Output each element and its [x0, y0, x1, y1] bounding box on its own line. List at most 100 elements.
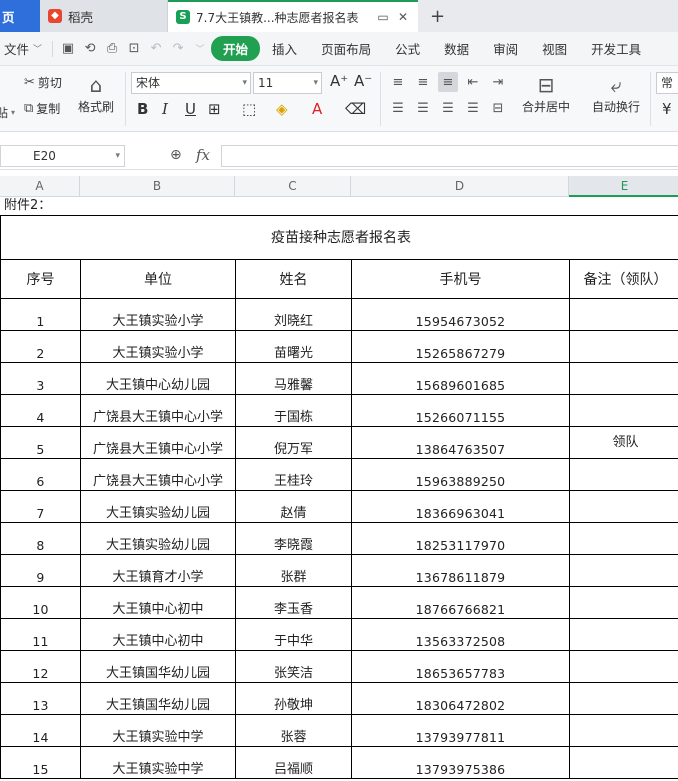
table-cell-unit[interactable]: 大王镇实验中学: [80, 715, 235, 746]
table-header-cell[interactable]: 单位: [80, 260, 235, 298]
table-cell-note[interactable]: [569, 747, 678, 778]
tab-active-document[interactable]: S 7.7大王镇教...种志愿者报名表 ▭ ✕: [168, 0, 418, 32]
table-cell-name[interactable]: 李玉香: [235, 587, 351, 618]
table-header-cell[interactable]: 序号: [0, 260, 80, 298]
clear-format-icon[interactable]: ⌫: [345, 100, 366, 118]
table-cell-phone[interactable]: 13678611879: [351, 555, 569, 586]
table-cell-name[interactable]: 刘晓红: [235, 299, 351, 330]
column-header-a[interactable]: A: [0, 176, 80, 197]
bold-icon[interactable]: B: [137, 100, 148, 118]
table-cell-phone[interactable]: 13793977811: [351, 715, 569, 746]
table-header-cell[interactable]: 备注（领队）: [569, 260, 678, 298]
table-cell-no[interactable]: 4: [0, 395, 80, 426]
table-cell-note[interactable]: [569, 715, 678, 746]
table-cell-no[interactable]: 14: [0, 715, 80, 746]
indent-increase-icon[interactable]: ⇥: [488, 72, 508, 92]
table-cell-no[interactable]: 10: [0, 587, 80, 618]
italic-icon[interactable]: I: [162, 100, 168, 118]
table-cell-unit[interactable]: 大王镇实验幼儿园: [80, 491, 235, 522]
decrease-font-icon[interactable]: A⁻: [354, 72, 372, 90]
table-cell-phone[interactable]: 13864763507: [351, 427, 569, 458]
wrap-text-button[interactable]: ⤶ 自动换行: [592, 72, 640, 115]
sync-icon[interactable]: ⟲: [79, 38, 101, 60]
undo-icon[interactable]: ↶: [145, 38, 167, 60]
table-cell-name[interactable]: 倪万军: [235, 427, 351, 458]
table-cell-name[interactable]: 赵倩: [235, 491, 351, 522]
table-cell-no[interactable]: 13: [0, 683, 80, 714]
table-cell-name[interactable]: 李晓霞: [235, 523, 351, 554]
table-cell-no[interactable]: 9: [0, 555, 80, 586]
format-painter-button[interactable]: ⌂ 格式刷: [78, 72, 114, 115]
table-cell-no[interactable]: 6: [0, 459, 80, 490]
tab-developer[interactable]: 开发工具: [579, 39, 653, 58]
table-cell-note[interactable]: [569, 331, 678, 362]
tab-review[interactable]: 审阅: [481, 39, 530, 58]
table-header-cell[interactable]: 手机号: [351, 260, 569, 298]
table-cell-note[interactable]: [569, 523, 678, 554]
file-menu[interactable]: 文件 ﹀: [0, 39, 48, 58]
table-cell-note[interactable]: [569, 395, 678, 426]
table-cell-name[interactable]: 张笑洁: [235, 651, 351, 682]
table-cell-phone[interactable]: 18306472802: [351, 683, 569, 714]
fill-color-icon[interactable]: ◈: [276, 100, 288, 118]
table-cell-phone[interactable]: 18766766821: [351, 587, 569, 618]
table-cell-unit[interactable]: 大王镇育才小学: [80, 555, 235, 586]
align-right-icon[interactable]: ☰: [438, 98, 458, 118]
distributed-icon[interactable]: ⊟: [488, 98, 508, 118]
underline-icon[interactable]: U: [185, 100, 196, 118]
table-cell-no[interactable]: 1: [0, 299, 80, 330]
table-cell-name[interactable]: 王桂玲: [235, 459, 351, 490]
tab-docer[interactable]: ◆ 稻壳: [40, 0, 168, 32]
sheet-title[interactable]: 疫苗接种志愿者报名表: [0, 216, 678, 259]
table-cell-phone[interactable]: 18366963041: [351, 491, 569, 522]
table-cell-note[interactable]: [569, 587, 678, 618]
table-cell-phone[interactable]: 15266071155: [351, 395, 569, 426]
zoom-icon[interactable]: ⊕: [170, 147, 182, 163]
border-icon[interactable]: ⊞: [208, 100, 221, 118]
table-cell-note[interactable]: [569, 363, 678, 394]
number-format-select[interactable]: 常规: [656, 72, 678, 94]
table-cell-unit[interactable]: 大王镇国华幼儿园: [80, 651, 235, 682]
chevron-down-icon[interactable]: ﹀: [189, 38, 211, 60]
column-header-e[interactable]: E: [569, 176, 678, 197]
currency-icon[interactable]: ¥: [662, 100, 672, 118]
column-header-c[interactable]: C: [235, 176, 351, 197]
table-cell-no[interactable]: 15: [0, 747, 80, 778]
table-cell-name[interactable]: 于国栋: [235, 395, 351, 426]
print-preview-icon[interactable]: ⊡: [123, 38, 145, 60]
table-cell-name[interactable]: 于中华: [235, 619, 351, 650]
table-cell-name[interactable]: 孙敬坤: [235, 683, 351, 714]
print-icon[interactable]: ⎙: [101, 38, 123, 60]
align-bottom-icon[interactable]: ≡: [438, 72, 458, 92]
table-cell-phone[interactable]: 13793975386: [351, 747, 569, 778]
table-cell-no[interactable]: 11: [0, 619, 80, 650]
column-header-d[interactable]: D: [351, 176, 569, 197]
table-cell-unit[interactable]: 大王镇国华幼儿园: [80, 683, 235, 714]
table-cell-note[interactable]: 领队: [569, 427, 678, 458]
tab-formulas[interactable]: 公式: [383, 39, 432, 58]
table-cell-phone[interactable]: 15265867279: [351, 331, 569, 362]
table-cell-name[interactable]: 吕福顺: [235, 747, 351, 778]
align-left-icon[interactable]: ☰: [388, 98, 408, 118]
align-top-icon[interactable]: ≡: [388, 72, 408, 92]
cut-button[interactable]: ✂ 剪切: [24, 74, 62, 91]
align-center-icon[interactable]: ☰: [413, 98, 433, 118]
table-cell-unit[interactable]: 大王镇实验幼儿园: [80, 523, 235, 554]
table-cell-no[interactable]: 5: [0, 427, 80, 458]
table-cell-phone[interactable]: 18253117970: [351, 523, 569, 554]
table-cell-name[interactable]: 张蓉: [235, 715, 351, 746]
table-cell-note[interactable]: [569, 459, 678, 490]
table-cell-unit[interactable]: 大王镇实验小学: [80, 331, 235, 362]
attachment-label[interactable]: 附件2：: [4, 197, 204, 215]
increase-font-icon[interactable]: A⁺: [330, 72, 348, 90]
justify-icon[interactable]: ☰: [463, 98, 483, 118]
table-cell-no[interactable]: 3: [0, 363, 80, 394]
cell-style-icon[interactable]: ⬚: [242, 100, 256, 118]
tab-insert[interactable]: 插入: [260, 39, 309, 58]
table-cell-note[interactable]: [569, 491, 678, 522]
spreadsheet-grid[interactable]: A B C D E 附件2： 疫苗接种志愿者报名表 序号 单位 姓名 手机号 备注（领队） 1…: [0, 176, 678, 781]
tab-page-layout[interactable]: 页面布局: [309, 39, 383, 58]
table-cell-name[interactable]: 马雅馨: [235, 363, 351, 394]
function-icon[interactable]: fx: [196, 146, 210, 164]
tab-data[interactable]: 数据: [432, 39, 481, 58]
